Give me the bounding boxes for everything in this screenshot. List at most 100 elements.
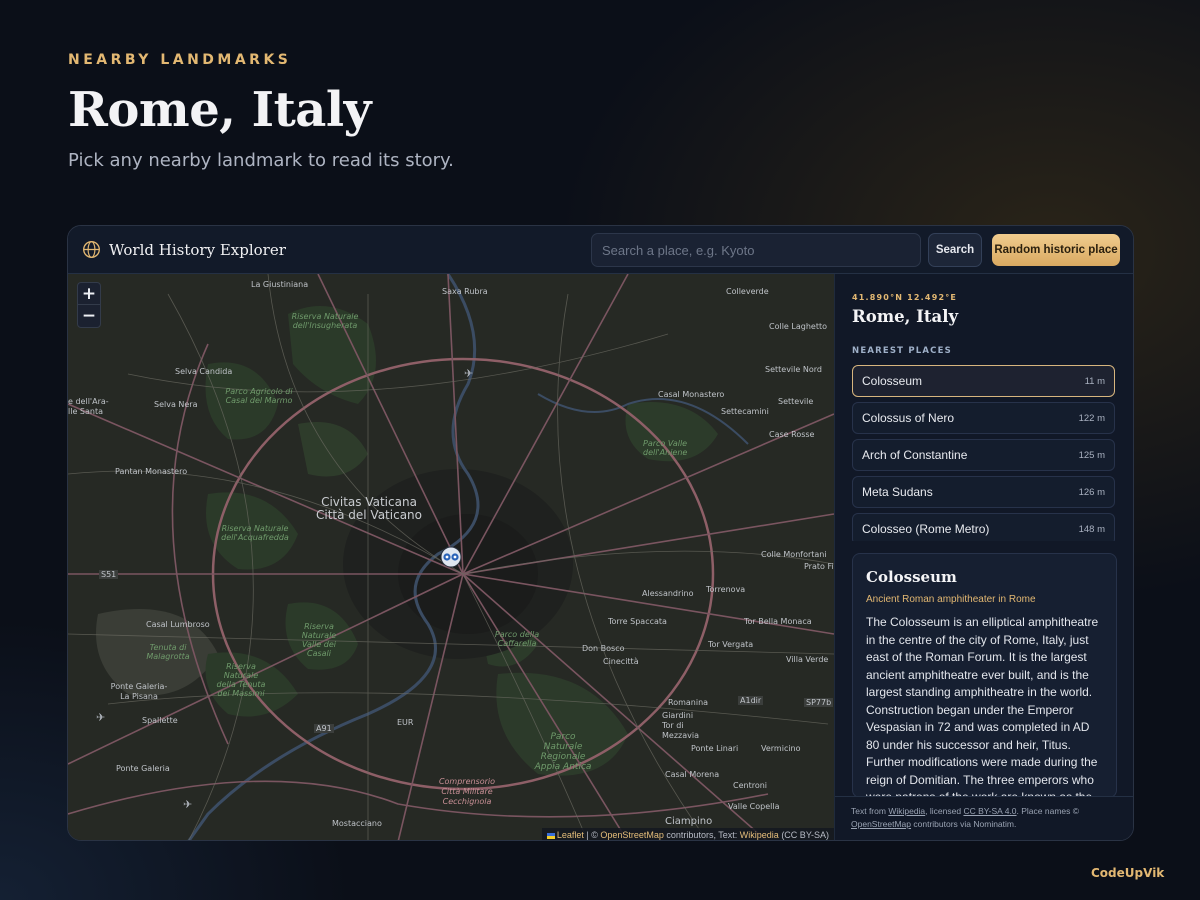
sidebar-footer: Text from Wikipedia, licensed CC BY-SA 4…	[835, 796, 1133, 840]
map-label: Prato Fio	[804, 562, 834, 571]
map-label: Colle Monfortani	[761, 550, 827, 559]
map-attribution: Leaflet | © OpenStreetMap contributors, …	[541, 828, 834, 840]
map-label: Ponte Galeria-La Pisana	[110, 682, 168, 701]
place-distance: 125 m	[1078, 449, 1105, 461]
map-label: La Giustiniana	[251, 280, 309, 289]
attrib-text: | ©	[583, 830, 601, 840]
svg-text:✈: ✈	[464, 368, 473, 380]
osm-link[interactable]: OpenStreetMap	[600, 830, 664, 840]
list-item[interactable]: Colossus of Nero 122 m	[852, 402, 1115, 434]
map-label: Casal Morena	[665, 770, 720, 779]
map-label: Parco Valle dell'Aniene	[643, 439, 688, 457]
map-label: Parco Naturale Regionale Appia Antica	[534, 732, 592, 772]
search-input[interactable]	[591, 233, 921, 267]
article-card[interactable]: Colosseum Ancient Roman amphitheater in …	[852, 553, 1117, 798]
map-label: Torre Spaccata	[608, 617, 667, 626]
map-label: Giardini Tor di Mezzavia	[662, 711, 699, 740]
owl-marker-icon	[440, 546, 462, 568]
map-label: Villa Verde	[786, 655, 829, 664]
zoom-out-button[interactable]: −	[78, 305, 100, 327]
article-body: The Colosseum is an elliptical amphithea…	[866, 615, 1099, 798]
list-item[interactable]: Meta Sudans 126 m	[852, 476, 1115, 508]
map-label: Torrenova	[706, 585, 746, 594]
info-sidebar: 41.890°N 12.492°E Rome, Italy NEAREST PL…	[834, 274, 1133, 840]
map-label: Tor Vergata	[708, 640, 754, 649]
app-topbar: World History Explorer Search Random his…	[68, 226, 1133, 274]
map-label: A91	[314, 724, 334, 733]
footer-text: contributors via Nominatim.	[911, 819, 1017, 829]
place-distance: 126 m	[1078, 486, 1105, 498]
map-label: Casal Monastero	[658, 390, 725, 399]
place-distance: 122 m	[1078, 412, 1105, 424]
map-label: Don Bosco	[582, 644, 625, 653]
watermark-logo: CodeUpVik	[1091, 866, 1165, 880]
map-label: Mostacciano	[332, 819, 382, 828]
map-label: e dell'Ara- lle Santa	[68, 397, 109, 416]
place-name: Colosseum	[862, 374, 923, 388]
map-label: Settevile Nord	[765, 365, 822, 374]
attrib-text: contributors, Text:	[663, 830, 740, 840]
map-label: Civitas Vaticana Città del Vaticano	[315, 495, 422, 522]
map-label: A1dir	[738, 696, 764, 705]
list-item[interactable]: Arch of Constantine 125 m	[852, 439, 1115, 471]
map-label: Selva Nera	[154, 400, 198, 409]
map-label: Vermicino	[761, 744, 801, 753]
article-subtitle: Ancient Roman amphitheater in Rome	[866, 594, 1036, 605]
map-label: Parco della Caffarella	[494, 630, 540, 648]
map-label: Casal Lumbroso	[146, 620, 210, 629]
place-title: Rome, Italy	[852, 307, 959, 326]
app-brand: World History Explorer	[82, 240, 286, 259]
map-label: Riserva Naturale dell'Insugherata	[291, 312, 359, 330]
attrib-text: (CC BY-SA)	[778, 830, 829, 840]
globe-icon	[83, 241, 100, 258]
random-place-button[interactable]: Random historic place	[992, 234, 1120, 266]
zoom-control: + −	[77, 282, 101, 328]
map-label: Valle Copella	[728, 802, 780, 811]
hero-title: Rome, Italy	[68, 82, 372, 138]
coordinates-readout: 41.890°N 12.492°E	[852, 293, 958, 302]
footer-text: Text from	[851, 806, 889, 816]
list-item[interactable]: Colosseo (Rome Metro) 148 m	[852, 513, 1115, 541]
map-label: Centroni	[733, 781, 768, 790]
map-label: Tenuta di Malagrotta	[146, 643, 190, 661]
map-label: Case Rosse	[769, 430, 815, 439]
hero-section: NEARBY LANDMARKS Rome, Italy Pick any ne…	[68, 52, 454, 171]
nearest-places-heading: NEAREST PLACES	[852, 346, 952, 356]
leaflet-link[interactable]: Leaflet	[557, 830, 584, 840]
list-item[interactable]: Colosseum 11 m	[852, 365, 1115, 397]
place-name: Meta Sudans	[862, 485, 933, 499]
map-label: Saxa Rubra	[442, 287, 488, 296]
map-label: Cinecittà	[603, 657, 639, 666]
nearest-places-list[interactable]: Colosseum 11 m Colossus of Nero 122 m Ar…	[852, 365, 1116, 541]
footer-license-link[interactable]: CC BY-SA 4.0	[963, 806, 1016, 816]
footer-osm-link[interactable]: OpenStreetMap	[851, 819, 911, 829]
ukraine-flag-icon	[546, 833, 555, 839]
map-label: EUR	[397, 718, 414, 727]
map-label: Comprensorio Città Militare Cecchignola	[438, 777, 496, 806]
map-label: Riserva Naturale dell'Acquafredda	[221, 524, 289, 542]
wikipedia-link[interactable]: Wikipedia	[740, 830, 779, 840]
map-label: Selva Candida	[175, 367, 233, 376]
map-label: Ponte Galeria	[116, 764, 170, 773]
map-label: Parco Agricolo di Casal del Marmo	[225, 387, 293, 405]
search-button[interactable]: Search	[928, 233, 982, 267]
map-label: Settevile	[778, 397, 814, 406]
hero-subtitle: Pick any nearby landmark to read its sto…	[68, 150, 454, 171]
place-name: Arch of Constantine	[862, 448, 968, 462]
zoom-in-button[interactable]: +	[78, 283, 100, 305]
map-label: S51	[99, 570, 119, 579]
map-label: Romanina	[668, 698, 709, 707]
map-label: Riserva Naturale Valle dei Casali	[301, 622, 337, 658]
place-name: Colosseo (Rome Metro)	[862, 522, 990, 536]
map-label: Ponte Linari	[691, 744, 739, 753]
map-label: Settecamini	[721, 407, 769, 416]
map-label: Spallette	[142, 716, 178, 725]
map-view[interactable]: ✈ ✈ ✈ La Giustiniana Saxa Rubra Collever…	[68, 274, 834, 840]
svg-text:✈: ✈	[96, 712, 105, 724]
footer-text: . Place names ©	[1016, 806, 1080, 816]
map-label: Tor Bella Monaca	[744, 617, 812, 626]
map-label: Pantan Monastero	[115, 467, 188, 476]
map-label: Colle Laghetto	[769, 322, 827, 331]
footer-wikipedia-link[interactable]: Wikipedia	[888, 806, 925, 816]
article-title: Colosseum	[866, 568, 957, 586]
